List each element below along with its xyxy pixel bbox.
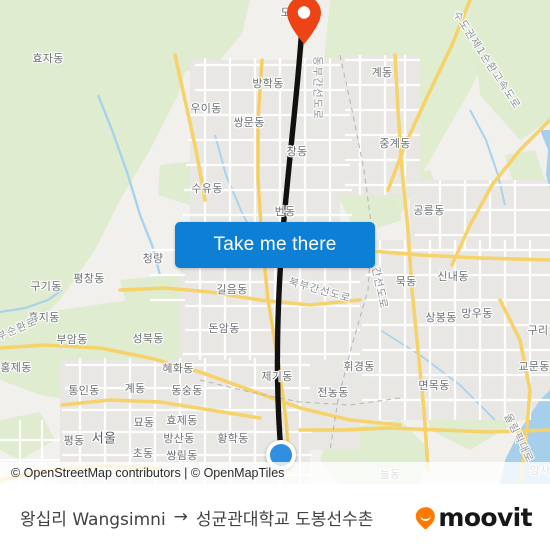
- moovit-pin-icon: [412, 502, 440, 530]
- moovit-trip-map-screen: 효자동 우이동 방학동 쌍문동 창동 계동 중계동 공릉동 수유동 번동 묵동 신내동 상봉동 망우동 구리…: [0, 0, 550, 550]
- map-attribution-text[interactable]: © OpenStreetMap contributors | © OpenMap…: [11, 466, 284, 480]
- arrow-right-icon: →: [173, 507, 188, 527]
- origin-pin[interactable]: [284, 0, 324, 46]
- moovit-logo[interactable]: moovit: [412, 484, 533, 550]
- trip-summary: 왕십리 Wangsimni → 성균관대학교 도봉선수촌: [20, 484, 373, 550]
- footer-bar: 왕십리 Wangsimni → 성균관대학교 도봉선수촌 moovit: [0, 484, 550, 550]
- moovit-wordmark: moovit: [438, 502, 532, 532]
- map-canvas[interactable]: 효자동 우이동 방학동 쌍문동 창동 계동 중계동 공릉동 수유동 번동 묵동 신내동 상봉동 망우동 구리…: [0, 0, 550, 484]
- take-me-there-button[interactable]: Take me there: [175, 222, 375, 268]
- trip-origin: 왕십리 Wangsimni: [20, 509, 166, 530]
- map-attribution: © OpenStreetMap contributors | © OpenMap…: [0, 462, 550, 484]
- trip-destination: 성균관대학교 도봉선수촌: [195, 509, 374, 530]
